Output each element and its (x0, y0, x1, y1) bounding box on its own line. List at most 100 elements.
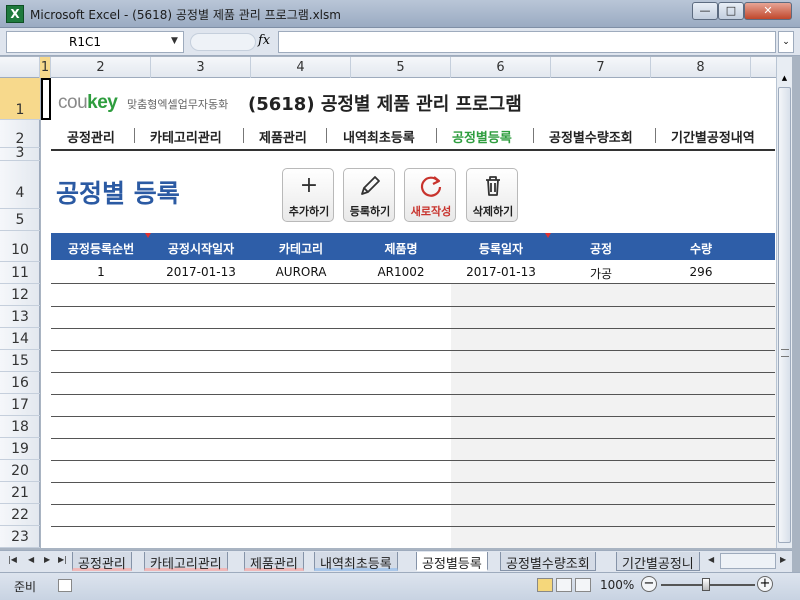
name-box[interactable]: R1C1 ▼ (6, 31, 184, 53)
row-header[interactable]: 1 (0, 78, 40, 120)
table-cell[interactable]: AURORA (251, 265, 351, 279)
scroll-left-icon[interactable]: ◀ (708, 555, 714, 564)
row-header[interactable]: 17 (0, 394, 40, 416)
add-button[interactable]: + 추가하기 (282, 168, 334, 222)
row-header[interactable]: 15 (0, 350, 40, 372)
zoom-slider-thumb[interactable] (702, 578, 710, 591)
table-row-line (51, 350, 775, 351)
row-header[interactable]: 2 (0, 120, 40, 148)
menu-divider (436, 128, 437, 143)
expand-formula-bar-icon[interactable]: ⌄ (778, 31, 794, 53)
zoom-out-icon[interactable]: − (641, 576, 657, 592)
formula-input[interactable] (278, 31, 776, 53)
insert-function-icon[interactable]: fx (258, 33, 270, 48)
table-cell[interactable]: 2017-01-13 (151, 265, 251, 279)
row-header[interactable]: 22 (0, 504, 40, 526)
sheet-tab[interactable]: 공정관리 (72, 552, 132, 572)
maximize-button[interactable]: □ (718, 2, 744, 20)
excel-app-icon[interactable]: X (6, 5, 24, 23)
next-sheet-icon[interactable]: ▶ (44, 555, 50, 564)
sheet-tab-active[interactable]: 공정별등록 (416, 552, 488, 572)
column-heading: 카테고리 (278, 242, 324, 256)
column-header[interactable]: 7 (551, 57, 651, 78)
menu-item-process[interactable]: 공정관리 (67, 127, 115, 146)
menu-item-category[interactable]: 카테고리관리 (150, 127, 222, 146)
logo-brand-prefix: cou (58, 92, 88, 113)
table-cell[interactable]: 가공 (551, 265, 651, 282)
menu-item-product[interactable]: 제품관리 (259, 127, 307, 146)
macro-record-icon[interactable] (58, 579, 72, 592)
table-row[interactable]: 1 2017-01-13 AURORA AR1002 2017-01-13 가공… (51, 262, 775, 284)
sheet-tab[interactable]: 기간별공정니 (616, 552, 700, 572)
row-header[interactable]: 18 (0, 416, 40, 438)
select-all-corner[interactable] (0, 57, 40, 78)
table-row-line (51, 482, 775, 483)
column-header[interactable]: 5 (351, 57, 451, 78)
sheet-tab[interactable]: 제품관리 (244, 552, 304, 572)
register-button-label: 등록하기 (349, 205, 391, 218)
menu-item-process-register[interactable]: 공정별등록 (452, 127, 512, 146)
horizontal-scrollbar[interactable] (720, 553, 776, 569)
row-header[interactable]: 4 (0, 161, 40, 209)
row-header[interactable]: 10 (0, 231, 40, 262)
page-break-view-icon[interactable] (575, 578, 591, 592)
table-cell[interactable]: 2017-01-13 (451, 265, 551, 279)
first-sheet-icon[interactable]: |◀ (8, 555, 17, 564)
prev-sheet-icon[interactable]: ◀ (28, 555, 34, 564)
last-sheet-icon[interactable]: ▶| (58, 555, 67, 564)
table-row-line (51, 460, 775, 461)
column-header[interactable]: 1 (40, 57, 51, 78)
column-header[interactable]: 2 (51, 57, 151, 78)
scrollbar-thumb[interactable] (778, 87, 791, 543)
zoom-level[interactable]: 100% (600, 578, 634, 592)
menu-item-period-history[interactable]: 기간별공정내역 (671, 127, 755, 146)
new-button-label: 새로작성 (410, 205, 452, 218)
chevron-down-icon[interactable]: ▼ (171, 36, 178, 46)
row-header[interactable]: 5 (0, 209, 40, 231)
vertical-scrollbar[interactable]: ▲ (776, 57, 792, 548)
window-border (792, 57, 800, 600)
formula-bar: R1C1 ▼ fx ⌄ (0, 28, 800, 56)
row-header[interactable]: 14 (0, 328, 40, 350)
row-header[interactable]: 11 (0, 262, 40, 284)
row-header[interactable]: 16 (0, 372, 40, 394)
selected-cell[interactable] (41, 78, 51, 120)
table-cell[interactable]: AR1002 (351, 265, 451, 279)
row-header[interactable]: 12 (0, 284, 40, 306)
column-heading: 수량 (689, 242, 713, 256)
row-header[interactable]: 3 (0, 146, 40, 161)
row-header[interactable]: 19 (0, 438, 40, 460)
column-header[interactable]: 6 (451, 57, 551, 78)
menu-divider (655, 128, 656, 143)
status-bar: 준비 100% − + (0, 572, 800, 600)
page-layout-view-icon[interactable] (556, 578, 572, 592)
scroll-right-icon[interactable]: ▶ (780, 555, 786, 564)
sheet-tab[interactable]: 카테고리관리 (144, 552, 228, 572)
scrollbar-grip-icon (781, 349, 789, 357)
formula-divider-handle[interactable] (190, 33, 256, 51)
zoom-in-icon[interactable]: + (757, 576, 773, 592)
register-button[interactable]: 등록하기 (343, 168, 395, 222)
row-headers: 1 2 3 4 5 10 11 12 13 14 15 16 17 18 19 … (0, 78, 40, 548)
sheet-tab[interactable]: 공정별수량조회 (500, 552, 596, 572)
table-cell[interactable]: 296 (651, 265, 751, 279)
menu-item-quantity-query[interactable]: 공정별수량조회 (549, 127, 633, 146)
row-header[interactable]: 13 (0, 306, 40, 328)
row-header[interactable]: 20 (0, 460, 40, 482)
table-cell[interactable]: 1 (51, 265, 151, 279)
scroll-up-icon[interactable]: ▲ (778, 71, 791, 85)
column-heading: 공정등록순번 (67, 242, 135, 256)
minimize-button[interactable]: — (692, 2, 718, 20)
column-header[interactable]: 4 (251, 57, 351, 78)
column-header[interactable]: 3 (151, 57, 251, 78)
column-header[interactable]: 8 (651, 57, 751, 78)
delete-button[interactable]: 삭제하기 (466, 168, 518, 222)
new-button[interactable]: 새로작성 (404, 168, 456, 222)
menu-item-initial-register[interactable]: 내역최초등록 (343, 127, 415, 146)
normal-view-icon[interactable] (537, 578, 553, 592)
close-button[interactable]: ✕ (744, 2, 792, 20)
sheet-tab[interactable]: 내역최초등록 (314, 552, 398, 572)
row-header[interactable]: 23 (0, 526, 40, 548)
window-title: Microsoft Excel - (5618) 공정별 제품 관리 프로그램.… (30, 8, 341, 22)
row-header[interactable]: 21 (0, 482, 40, 504)
